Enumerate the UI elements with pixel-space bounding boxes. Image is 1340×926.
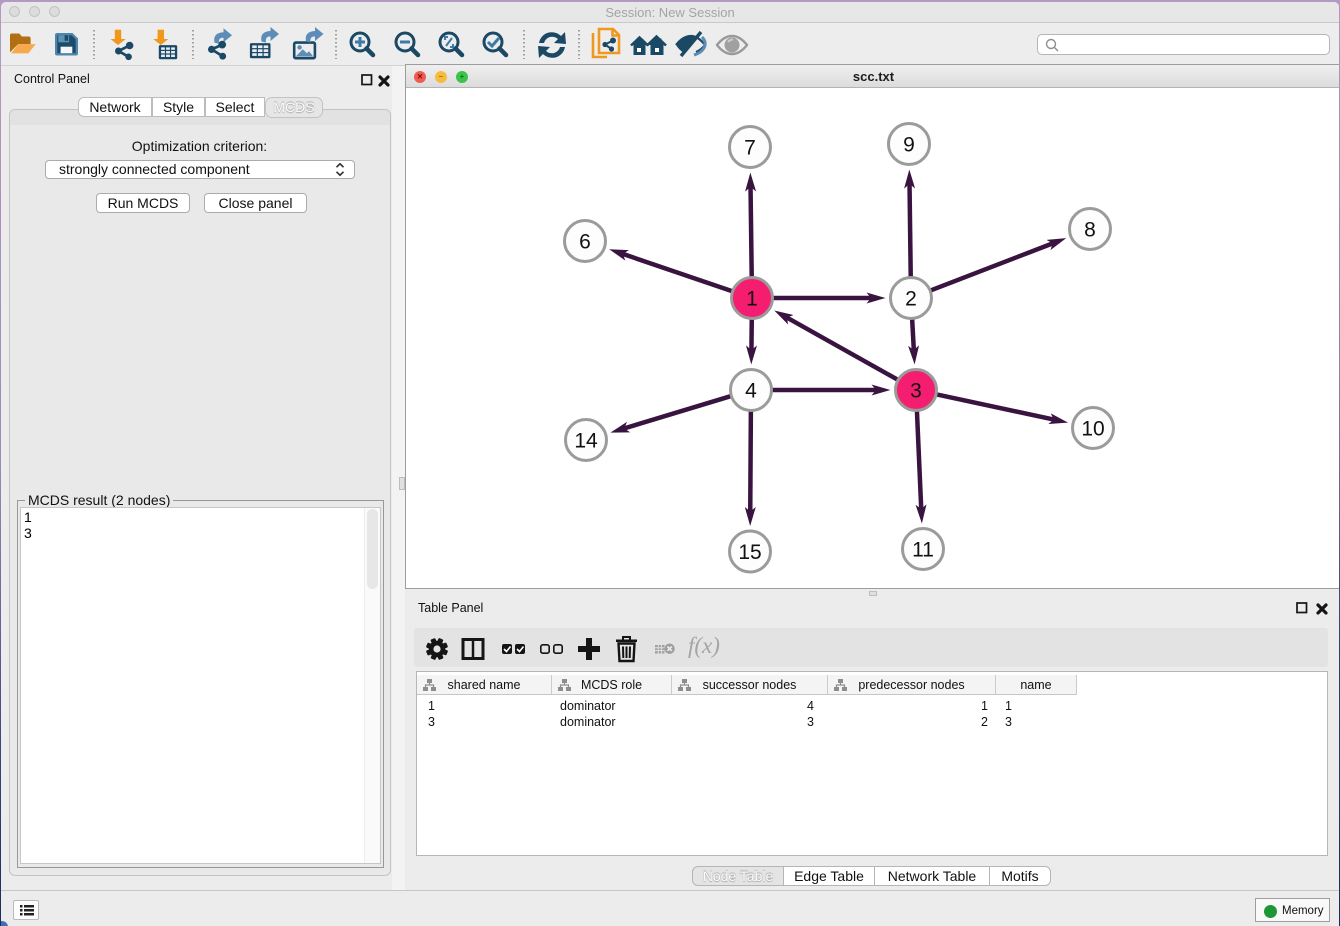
svg-text:7: 7 — [744, 136, 756, 159]
svg-text:3: 3 — [910, 379, 922, 402]
svg-text:11: 11 — [912, 538, 934, 561]
svg-text:1: 1 — [746, 287, 758, 310]
svg-text:8: 8 — [1084, 218, 1096, 241]
svg-text:6: 6 — [579, 230, 591, 253]
svg-text:2: 2 — [905, 287, 917, 310]
svg-text:f(x): f(x) — [688, 633, 720, 658]
svg-text:9: 9 — [903, 133, 915, 156]
svg-text:10: 10 — [1081, 417, 1104, 440]
svg-text:4: 4 — [745, 379, 757, 402]
svg-text:15: 15 — [738, 541, 761, 564]
svg-text:14: 14 — [574, 429, 598, 452]
